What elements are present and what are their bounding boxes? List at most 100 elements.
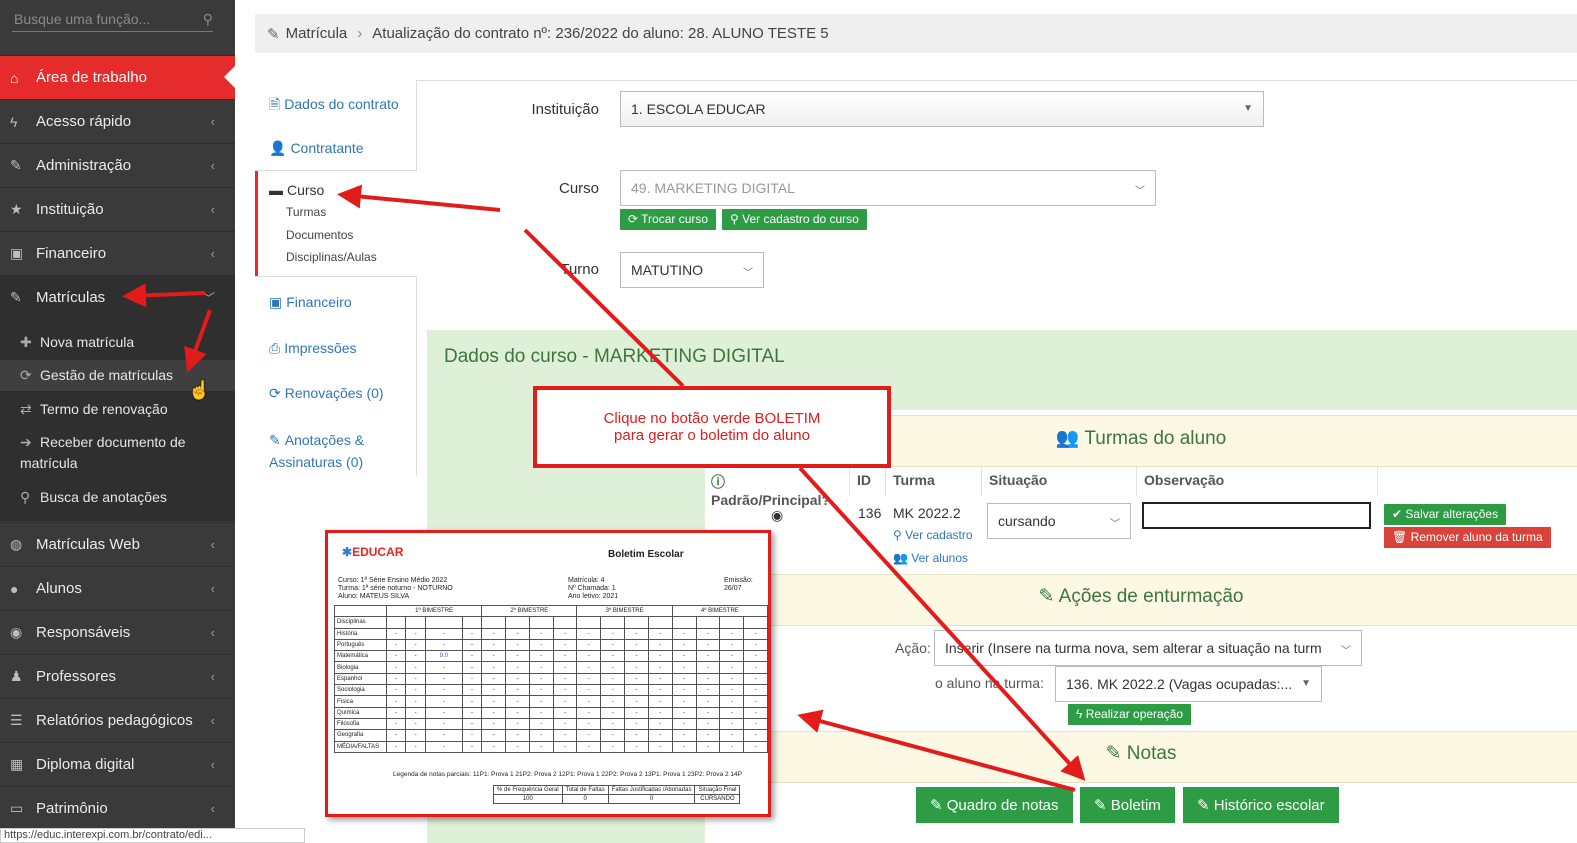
tab-renovacoes[interactable]: ⟳ Renovações (0) bbox=[269, 385, 384, 402]
grid-cell bbox=[695, 616, 721, 629]
select-value: 1. ESCOLA EDUCAR bbox=[631, 101, 766, 117]
grade-cell: - bbox=[461, 672, 483, 686]
divider bbox=[416, 276, 417, 476]
button-label: Quadro de notas bbox=[946, 797, 1059, 814]
principal-radio[interactable]: ◉ bbox=[771, 507, 783, 524]
boletim-button[interactable]: ✎ Boletim bbox=[1080, 787, 1175, 823]
sidebar-item-8[interactable]: ◉ Responsáveis ‹ bbox=[0, 610, 235, 654]
grade-cell: - bbox=[481, 729, 507, 742]
tab-financeiro[interactable]: ▣ Financeiro bbox=[269, 294, 352, 311]
sidebar-item-5[interactable]: ✎ Matrículas ﹀ bbox=[0, 275, 235, 319]
report-legend: Legenda de notas parciais: 11P1: Prova 1… bbox=[393, 771, 742, 778]
home-icon: ⌂ bbox=[10, 69, 19, 86]
grid-cell bbox=[576, 616, 602, 629]
divider bbox=[416, 80, 1577, 81]
observacao-input[interactable] bbox=[1142, 502, 1371, 529]
grade-cell: - bbox=[647, 684, 673, 697]
sidebar-item-6[interactable]: ◍ Matrículas Web ‹ bbox=[0, 522, 235, 566]
grade-cell: - bbox=[576, 672, 602, 686]
tab-curso[interactable]: ▬ Curso bbox=[269, 182, 324, 198]
sidebar-item-4[interactable]: ▣ Financeiro ‹ bbox=[0, 231, 235, 275]
submenu-item-nova-matricula[interactable]: ✚ Nova matrícula bbox=[20, 332, 220, 353]
tab-anotacoes[interactable]: ✎ Anotações & Assinaturas (0) bbox=[269, 429, 364, 473]
edit-icon: ✎ bbox=[1197, 797, 1214, 814]
tab-impressoes[interactable]: ⎙ Impressões bbox=[269, 340, 357, 357]
grade-cell: - bbox=[424, 684, 463, 697]
sidebar-item-11[interactable]: ▦ Diploma digital ‹ bbox=[0, 742, 235, 786]
freq-header: Situação Final bbox=[694, 785, 741, 795]
trocar-curso-button[interactable]: ⟳ Trocar curso bbox=[620, 209, 717, 230]
tab-dados-contrato[interactable]: 🗎 Dados do contrato bbox=[269, 94, 399, 118]
grade-cell: - bbox=[671, 684, 697, 697]
submenu-item-receber[interactable]: ➔ Receber documento de matrícula bbox=[20, 432, 220, 474]
curso-select[interactable]: 49. MARKETING DIGITAL ﹀ bbox=[620, 170, 1156, 206]
disc-name: Geografia bbox=[334, 729, 387, 742]
ver-cadastro-curso-button[interactable]: ⚲ Ver cadastro do curso bbox=[722, 209, 867, 230]
grade-cell: - bbox=[600, 627, 626, 640]
acao-select[interactable]: Inserir (Insere na turma nova, sem alter… bbox=[934, 630, 1362, 666]
ver-cadastro-link[interactable]: ⚲ Ver cadastro bbox=[893, 528, 973, 542]
turno-select[interactable]: MATUTINO ﹀ bbox=[620, 252, 764, 288]
instituicao-select[interactable]: 1. ESCOLA EDUCAR ▼ bbox=[620, 91, 1264, 127]
grid-cell bbox=[405, 616, 426, 629]
submenu-item-termo[interactable]: ⇄ Termo de renovação bbox=[20, 399, 220, 420]
grade-cell: - bbox=[647, 706, 673, 719]
chevron-left-icon: ‹ bbox=[210, 625, 215, 640]
freq-value: CURSANDO bbox=[694, 794, 741, 804]
historico-button[interactable]: ✎ Histórico escolar bbox=[1183, 787, 1339, 823]
turma-name: MK 2022.2 bbox=[893, 505, 961, 521]
breadcrumb-current: Atualização do contrato nº: 236/2022 do … bbox=[372, 25, 829, 42]
grade-cell: - bbox=[385, 706, 407, 719]
breadcrumb-root[interactable]: Matrícula bbox=[286, 25, 348, 42]
realizar-operacao-button[interactable]: ϟ Realizar operação bbox=[1068, 704, 1192, 725]
grade-cell: - bbox=[624, 650, 649, 663]
quadro-notas-button[interactable]: ✎ Quadro de notas bbox=[916, 787, 1073, 823]
remover-button[interactable]: 🗑 Remover aluno da turma bbox=[1384, 527, 1551, 548]
grade-cell: - bbox=[671, 706, 697, 719]
report-meta-right: Emissão: 26/07 bbox=[724, 577, 753, 592]
user-icon: ● bbox=[10, 580, 19, 597]
header-label: Padrão/Principal? bbox=[711, 492, 831, 508]
grade-cell: - bbox=[385, 717, 407, 731]
subtab-disciplinas[interactable]: Disciplinas/Aulas bbox=[286, 250, 377, 264]
sidebar-item-1[interactable]: ϟ Acesso rápido ‹ bbox=[0, 99, 235, 143]
sidebar-item-12[interactable]: ▭ Patrimônio ‹ bbox=[0, 786, 235, 830]
sidebar-item-7[interactable]: ● Alunos ‹ bbox=[0, 566, 235, 610]
grade-cell: - bbox=[743, 717, 768, 731]
tab-contratante[interactable]: 👤 Contratante bbox=[269, 140, 364, 157]
grade-cell: - bbox=[424, 706, 463, 719]
instituicao-label: Instituição bbox=[531, 101, 599, 118]
sidebar-item-0[interactable]: ⌂ Área de trabalho bbox=[0, 55, 235, 99]
chevron-left-icon: ‹ bbox=[210, 114, 215, 129]
sidebar-item-9[interactable]: ♟ Professores ‹ bbox=[0, 654, 235, 698]
turma-select[interactable]: 136. MK 2022.2 (Vagas ocupadas:... ▼ bbox=[1055, 666, 1322, 702]
divider bbox=[255, 276, 417, 277]
grade-cell: - bbox=[385, 627, 407, 640]
sidebar-item-2[interactable]: ✎ Administração ‹ bbox=[0, 143, 235, 187]
salvar-button[interactable]: ✔ Salvar alterações bbox=[1384, 504, 1507, 525]
subtab-documentos[interactable]: Documentos bbox=[286, 228, 353, 242]
refresh-icon: ⟳ bbox=[628, 212, 642, 226]
educar-logo: ✱EDUCAR bbox=[342, 545, 404, 559]
grade-cell: - bbox=[461, 695, 483, 708]
sidebar-item-10[interactable]: ☰ Relatórios pedagógicos ‹ bbox=[0, 698, 235, 742]
grade-cell: - bbox=[405, 695, 426, 708]
subtab-turmas[interactable]: Turmas bbox=[286, 205, 326, 219]
situacao-select[interactable]: cursando ﹀ bbox=[987, 503, 1131, 539]
tab-label: Impressões bbox=[284, 340, 357, 356]
grade-cell: - bbox=[600, 650, 626, 663]
chevron-left-icon: ‹ bbox=[210, 202, 215, 217]
search-input[interactable]: Busque uma função... ⚲ bbox=[12, 7, 213, 32]
star-icon: ★ bbox=[10, 201, 23, 217]
sidebar-item-3[interactable]: ★ Instituição ‹ bbox=[0, 187, 235, 231]
submenu-item-busca[interactable]: ⚲ Busca de anotações bbox=[20, 487, 220, 508]
grade-cell: - bbox=[671, 672, 697, 686]
tab-label: Curso bbox=[287, 182, 325, 198]
grade-cell: - bbox=[385, 729, 407, 742]
grade-cell: - bbox=[405, 650, 426, 663]
grade-cell: - bbox=[647, 661, 673, 674]
grade-cell: - bbox=[576, 661, 602, 674]
button-label: Boletim bbox=[1110, 797, 1161, 814]
ver-alunos-link[interactable]: 👥 Ver alunos bbox=[893, 551, 968, 565]
refresh-icon: ⟳ bbox=[269, 385, 281, 401]
